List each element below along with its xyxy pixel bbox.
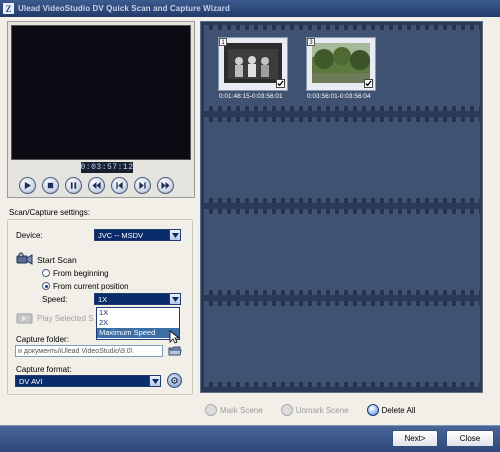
scene-thumbnail-3[interactable]: 3 [306,37,376,91]
speed-select[interactable]: 1X [94,293,181,305]
play-selected-icon [16,312,33,325]
title-bar: Z Ulead VideoStudio DV Quick Scan and Ca… [0,0,500,17]
speed-option-maximum[interactable]: Maximum Speed [97,328,179,338]
scene-number: 3 [307,38,315,46]
scene-thumbnail-1[interactable]: 1 [218,37,288,91]
play-button[interactable] [19,177,36,194]
previous-frame-button[interactable] [111,177,128,194]
scene-image [224,43,282,83]
scene-image [312,43,370,83]
scan-settings-heading: Scan/Capture settings: [9,208,90,217]
window-title: Ulead VideoStudio DV Quick Scan and Capt… [18,4,230,13]
rewind-icon [92,181,101,190]
speed-dropdown-list: 1X 2X Maximum Speed [96,307,180,340]
from-current-radio[interactable] [42,282,50,290]
chevron-down-icon[interactable] [149,376,160,386]
timecode-display: 0:03:57:12 [80,162,134,173]
film-strip-3 [204,209,480,295]
unmark-scene-label: Unmark Scene [295,405,349,415]
from-beginning-label: From beginning [53,269,109,278]
bottom-bar: Next> Close [0,425,500,452]
check-icon [277,80,284,87]
mouse-cursor-icon [169,330,181,344]
scene-number: 1 [219,38,227,46]
pause-icon [70,182,77,189]
fast-forward-button[interactable] [157,177,174,194]
mark-icon [205,404,217,416]
scene-film-area: 1 0:01:48:15-0:03:56:01 3 0:03:56:01-0:0… [200,21,483,393]
scene-actions: Mark Scene Unmark Scene Delete All [205,404,433,416]
capture-format-label: Capture format: [16,365,72,374]
playback-controls [19,177,174,194]
device-value: JVC -- MSDV [98,230,143,240]
preview-panel: 0:03:57:12 [7,21,195,198]
delete-icon [366,404,379,416]
delete-all-label: Delete All [381,405,416,415]
film-strip-2 [204,117,480,203]
speed-option-1x[interactable]: 1X [97,308,179,318]
next-frame-button[interactable] [134,177,151,194]
mark-scene-label: Mark Scene [220,405,263,415]
app-icon: Z [3,3,14,14]
device-label: Device: [16,231,43,240]
chevron-down-icon[interactable] [169,230,180,240]
chevron-down-icon[interactable] [169,294,180,304]
start-scan-button[interactable]: Start Scan [37,255,77,265]
unmark-icon [280,404,293,416]
mark-scene-button[interactable]: Mark Scene [205,404,263,416]
folder-icon[interactable] [168,345,182,357]
gear-icon[interactable] [167,373,182,388]
play-selected-button[interactable]: Play Selected S [37,314,93,323]
delete-all-button[interactable]: Delete All [366,404,416,416]
next-frame-icon [139,181,146,190]
capture-format-select[interactable]: DV AVI [15,375,161,387]
previous-frame-icon [116,181,123,190]
pause-button[interactable] [65,177,82,194]
video-preview [11,25,191,160]
play-icon [24,181,32,190]
stop-button[interactable] [42,177,59,194]
from-beginning-radio[interactable] [42,269,50,277]
capture-folder-input[interactable]: и документы\Ulead VideoStudio\9.0\ [15,345,163,357]
scene-checkbox[interactable] [364,79,373,88]
device-select[interactable]: JVC -- MSDV [94,229,181,241]
speed-option-2x[interactable]: 2X [97,318,179,328]
from-current-label: From current position [53,282,129,291]
scene-checkbox[interactable] [276,79,285,88]
camcorder-icon[interactable] [16,252,33,266]
unmark-scene-button[interactable]: Unmark Scene [280,404,349,416]
scene-time: 0:03:56:01-0:03:56:04 [307,93,371,100]
capture-folder-label: Capture folder: [16,335,69,344]
speed-label: Speed: [42,295,68,304]
film-strip-4 [204,301,480,387]
check-icon [365,80,372,87]
capture-format-value: DV AVI [19,376,43,386]
fast-forward-icon [161,181,170,190]
speed-value: 1X [98,294,108,304]
close-button[interactable]: Close [446,430,494,447]
next-button[interactable]: Next> [392,430,438,447]
scene-time: 0:01:48:15-0:03:56:01 [219,93,283,100]
rewind-button[interactable] [88,177,105,194]
stop-icon [47,182,54,189]
